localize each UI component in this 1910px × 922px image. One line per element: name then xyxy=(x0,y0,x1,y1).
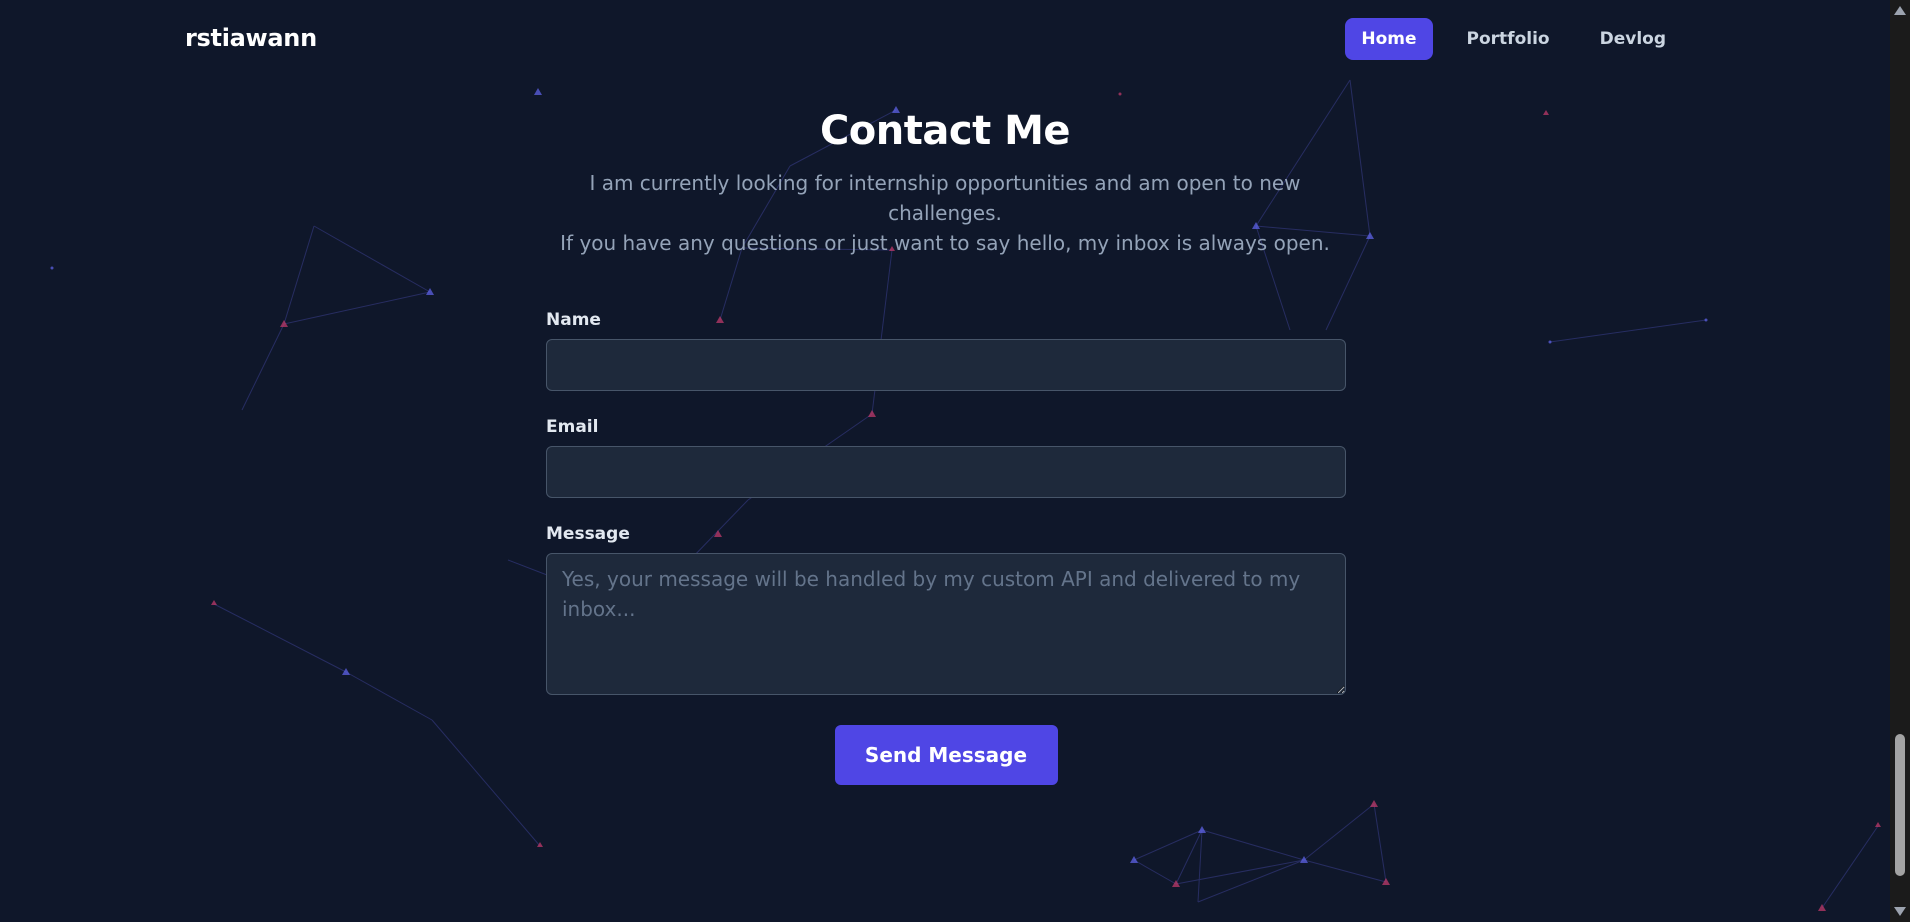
submit-row: Send Message xyxy=(546,725,1346,785)
email-input[interactable] xyxy=(546,446,1346,498)
contact-form: Name Email Message Send Message xyxy=(546,310,1346,785)
vertical-scrollbar[interactable] xyxy=(1890,0,1910,922)
message-field-group: Message xyxy=(546,524,1346,699)
site-header: rstiawann Home Portfolio Devlog xyxy=(0,0,1890,82)
subtitle-line-1: I am currently looking for internship op… xyxy=(589,171,1301,225)
scroll-down-arrow-icon[interactable] xyxy=(1894,907,1906,916)
nav-devlog[interactable]: Devlog xyxy=(1584,18,1682,60)
scrollbar-thumb[interactable] xyxy=(1895,734,1905,876)
page-subtitle: I am currently looking for internship op… xyxy=(535,168,1355,258)
page-title: Contact Me xyxy=(819,108,1071,154)
message-textarea[interactable] xyxy=(546,553,1346,695)
scroll-up-arrow-icon[interactable] xyxy=(1894,6,1906,15)
main-nav: Home Portfolio Devlog xyxy=(1345,18,1682,60)
contact-page: rstiawann Home Portfolio Devlog Contact … xyxy=(0,0,1910,922)
subtitle-line-2: If you have any questions or just want t… xyxy=(560,231,1330,255)
nav-portfolio[interactable]: Portfolio xyxy=(1451,18,1566,60)
contact-hero: Contact Me I am currently looking for in… xyxy=(0,108,1890,258)
send-message-button[interactable]: Send Message xyxy=(834,725,1058,785)
message-label: Message xyxy=(546,524,630,544)
email-label: Email xyxy=(546,417,599,437)
brand-logo[interactable]: rstiawann xyxy=(185,24,317,52)
name-field-group: Name xyxy=(546,310,1346,391)
email-field-group: Email xyxy=(546,417,1346,498)
name-input[interactable] xyxy=(546,339,1346,391)
name-label: Name xyxy=(546,310,601,330)
nav-home[interactable]: Home xyxy=(1345,18,1433,60)
